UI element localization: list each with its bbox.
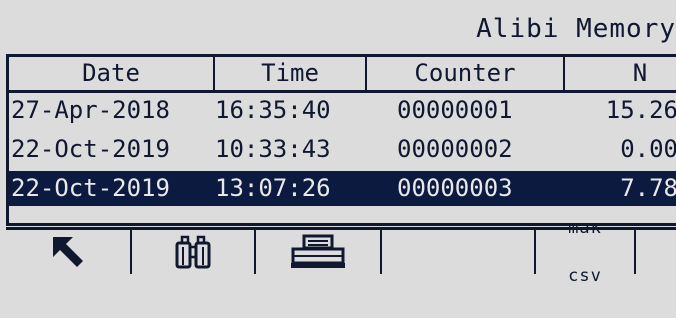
export-csv-label-line2: csv <box>568 266 602 286</box>
row-time: 10:33:43 <box>215 135 331 163</box>
softkey-search[interactable] <box>132 230 256 274</box>
column-header-time: Time <box>215 57 367 90</box>
page-title: Alibi Memory <box>476 14 676 44</box>
softkey-empty-right[interactable] <box>636 230 676 274</box>
row-value: 0.00 <box>620 135 676 163</box>
column-header-n: N <box>632 59 648 87</box>
softkey-bar: maк csv <box>6 220 676 285</box>
binoculars-icon <box>173 235 213 269</box>
title-bar: Alibi Memory <box>0 0 676 54</box>
row-time: 13:07:26 <box>215 174 331 202</box>
softkey-back[interactable] <box>6 230 132 274</box>
softkey-empty[interactable] <box>382 230 536 274</box>
back-arrow-icon <box>51 235 85 269</box>
alibi-memory-screen: Alibi Memory Date Time Counter N 27-Apr-… <box>0 0 676 285</box>
row-counter: 00000001 <box>397 96 513 124</box>
column-header-date: Date <box>9 57 215 90</box>
row-date: 22-Oct-2019 <box>11 174 170 202</box>
row-date: 27-Apr-2018 <box>11 96 170 124</box>
softkey-export-csv[interactable]: maк csv <box>536 220 636 285</box>
table-row[interactable]: 27-Apr-2018 16:35:40 00000001 15.26 <box>9 93 676 128</box>
row-counter: 00000002 <box>397 135 513 163</box>
softkey-print[interactable] <box>256 230 382 274</box>
column-header-counter: Counter <box>367 57 565 90</box>
table-row[interactable]: 22-Oct-2019 10:33:43 00000002 0.00 <box>9 132 676 167</box>
printer-icon <box>290 234 346 270</box>
row-value: 15.26 <box>605 96 676 124</box>
row-date: 22-Oct-2019 <box>11 135 170 163</box>
export-csv-label-line1: maк <box>568 218 602 238</box>
row-counter: 00000003 <box>397 174 513 202</box>
table-header: Date Time Counter N <box>9 57 676 93</box>
export-csv-label: maк csv <box>540 188 630 316</box>
row-time: 16:35:40 <box>215 96 331 124</box>
